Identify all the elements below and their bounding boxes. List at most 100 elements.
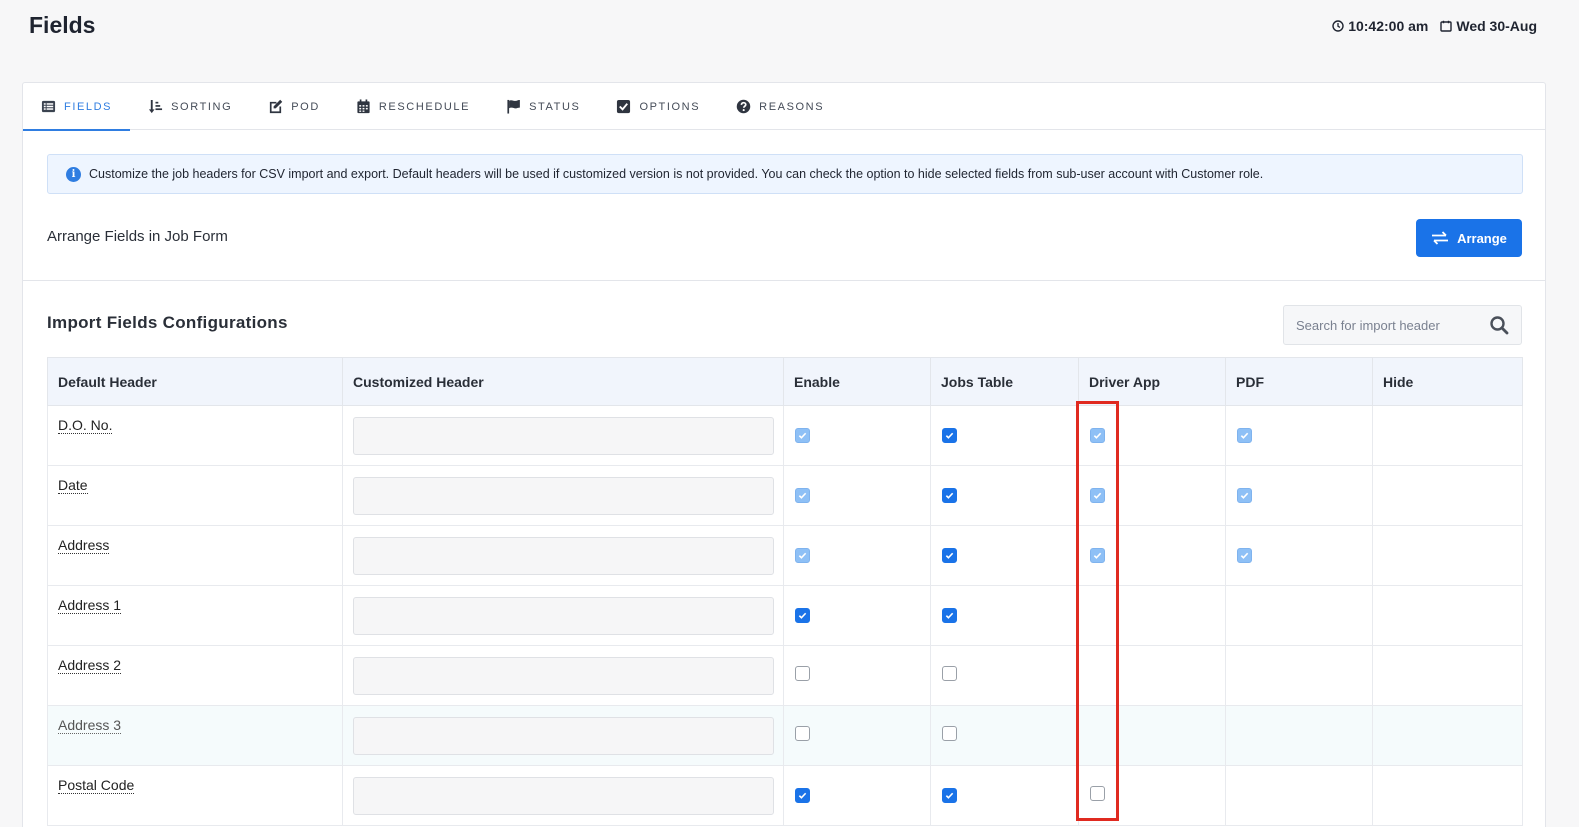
hide-cell [1372, 585, 1523, 646]
tab-label: RESCHEDULE [378, 100, 471, 113]
hide-cell [1372, 405, 1523, 466]
tab-label: POD [291, 100, 320, 113]
jobs-table-checkbox[interactable] [942, 725, 957, 741]
enable-cell [783, 405, 931, 466]
pdf-cell [1225, 465, 1373, 526]
enable-checkbox[interactable] [795, 725, 810, 741]
default-header-link[interactable]: D.O. No. [58, 418, 113, 434]
enable-checkbox [795, 547, 810, 563]
check-icon [1093, 432, 1102, 439]
pdf-checkbox [1237, 427, 1252, 443]
customized-header-input[interactable] [353, 656, 774, 695]
tab-options[interactable]: OPTIONS [598, 83, 718, 130]
page-title: Fields [29, 12, 96, 38]
check-icon [798, 792, 807, 799]
driver-app-checkbox [1090, 427, 1105, 443]
customized-header-input[interactable] [353, 776, 774, 815]
enable-checkbox[interactable] [795, 665, 810, 681]
hide-cell [1372, 705, 1523, 766]
customized-header-input[interactable] [353, 716, 774, 755]
jobs-table-checkbox[interactable] [942, 547, 957, 563]
enable-cell [783, 525, 931, 586]
info-text: Customize the job headers for CSV import… [89, 167, 1264, 181]
pdf-checkbox [1237, 487, 1252, 503]
driver-app-checkbox[interactable] [1090, 785, 1105, 801]
table-row: Address 1 [47, 585, 1523, 646]
enable-cell [783, 465, 931, 526]
customized-header-cell [342, 705, 784, 766]
enable-checkbox[interactable] [795, 787, 810, 803]
default-header-link[interactable]: Address [58, 538, 110, 554]
check-icon [798, 432, 807, 439]
check-icon [1240, 432, 1249, 439]
tab-label: SORTING [171, 100, 233, 113]
customized-header-cell [342, 765, 784, 826]
date-display: Wed 30-Aug [1440, 18, 1537, 34]
time-display: 10:42:00 am [1332, 18, 1428, 34]
tab-reschedule[interactable]: RESCHEDULE [338, 83, 488, 130]
jobs-table-checkbox[interactable] [942, 787, 957, 803]
tab-fields[interactable]: FIELDS [23, 83, 131, 131]
default-header-cell: Address 2 [47, 645, 343, 706]
default-header-link[interactable]: Address 2 [58, 658, 122, 674]
check-icon [945, 612, 954, 619]
pdf-cell [1225, 645, 1373, 706]
enable-checkbox[interactable] [795, 607, 810, 623]
default-header-link[interactable]: Address 1 [58, 598, 122, 614]
check-icon [798, 612, 807, 619]
jobs-table-cell [930, 645, 1079, 706]
hide-cell [1372, 465, 1523, 526]
list-icon [41, 100, 56, 113]
search-input[interactable] [1296, 317, 1489, 333]
table-row: Address 3 [47, 705, 1523, 766]
tab-sorting[interactable]: SORTING [130, 83, 250, 130]
flag-icon [507, 99, 520, 114]
tab-reasons[interactable]: REASONS [718, 83, 842, 130]
customized-header-input[interactable] [353, 476, 774, 515]
info-banner: i Customize the job headers for CSV impo… [47, 154, 1523, 194]
arrange-button[interactable]: Arrange [1416, 219, 1522, 257]
default-header-link[interactable]: Address 3 [58, 718, 122, 734]
col-customized-header: Customized Header [342, 357, 784, 406]
check-icon [798, 492, 807, 499]
jobs-table-checkbox[interactable] [942, 665, 957, 681]
driver-app-cell [1078, 765, 1226, 826]
customized-header-input[interactable] [353, 536, 774, 575]
default-header-cell: D.O. No. [47, 405, 343, 466]
col-enable: Enable [783, 357, 931, 406]
table-row: D.O. No. [47, 405, 1523, 466]
driver-app-checkbox [1090, 547, 1105, 563]
swap-arrows-icon [1432, 231, 1449, 245]
check-icon [1093, 552, 1102, 559]
jobs-table-checkbox[interactable] [942, 607, 957, 623]
default-header-link[interactable]: Date [58, 478, 88, 494]
driver-app-cell [1078, 465, 1226, 526]
default-header-link[interactable]: Postal Code [58, 778, 135, 794]
col-default-header: Default Header [47, 357, 343, 406]
settings-card: FIELDS SORTING POD RESCHEDULE STATUS OPT… [22, 82, 1546, 827]
calendar-icon [357, 99, 370, 114]
customized-header-input[interactable] [353, 596, 774, 635]
default-header-cell: Address [47, 525, 343, 586]
hide-cell [1372, 765, 1523, 826]
driver-app-cell [1078, 645, 1226, 706]
clock-icon [1332, 20, 1344, 32]
customized-header-input[interactable] [353, 416, 774, 455]
question-circle-icon [736, 99, 751, 114]
driver-app-checkbox [1090, 487, 1105, 503]
table-body: D.O. No. Date Address Address 1 Address 2 Add… [47, 405, 1523, 826]
table-row: Address 2 [47, 645, 1523, 706]
arrange-label: Arrange Fields in Job Form [47, 228, 228, 245]
jobs-table-cell [930, 525, 1079, 586]
date-text: Wed 30-Aug [1456, 18, 1537, 34]
customized-header-cell [342, 525, 784, 586]
tab-status[interactable]: STATUS [488, 83, 598, 130]
jobs-table-checkbox[interactable] [942, 487, 957, 503]
jobs-table-checkbox[interactable] [942, 427, 957, 443]
default-header-cell: Address 1 [47, 585, 343, 646]
tab-label: OPTIONS [639, 100, 701, 113]
tab-pod[interactable]: POD [250, 83, 338, 130]
enable-cell [783, 765, 931, 826]
search-icon[interactable] [1489, 315, 1509, 335]
check-icon [798, 552, 807, 559]
